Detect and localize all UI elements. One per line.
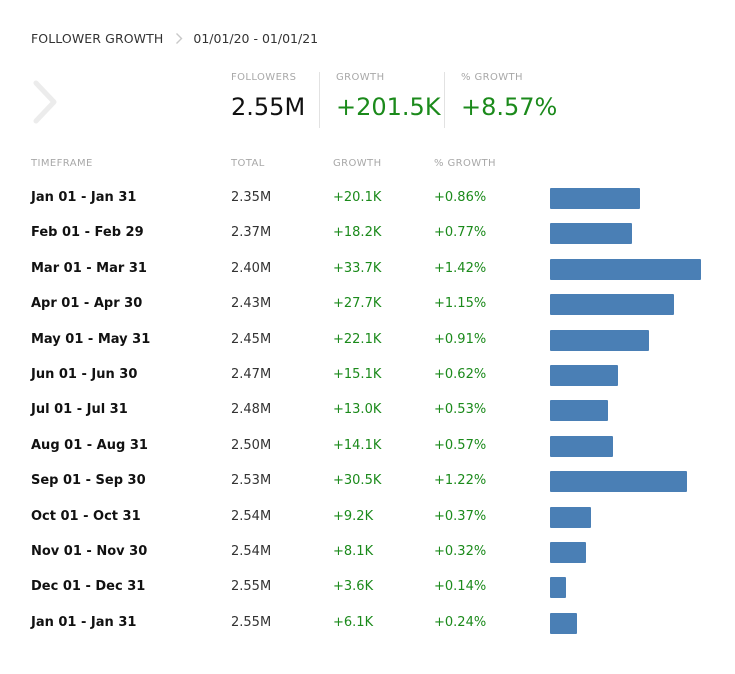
pct-growth-cell: +0.24% [434,614,487,630]
total-cell: 2.55M [231,614,272,630]
table-row: Nov 01 - Nov 30 2.54M +8.1K +0.32% [0,536,735,571]
table-row: Jan 01 - Jan 31 2.55M +6.1K +0.24% [0,607,735,642]
growth-cell: +14.1K [333,437,382,453]
table-row: Aug 01 - Aug 31 2.50M +14.1K +0.57% [0,430,735,465]
table-row: Feb 01 - Feb 29 2.37M +18.2K +0.77% [0,217,735,252]
timeframe-cell: Feb 01 - Feb 29 [31,225,144,241]
table-row: Mar 01 - Mar 31 2.40M +33.7K +1.42% [0,253,735,288]
total-cell: 2.54M [231,543,272,559]
total-cell: 2.53M [231,473,272,489]
timeframe-cell: Jun 01 - Jun 30 [31,366,138,382]
growth-cell: +20.1K [333,190,382,205]
pct-growth-value: +8.57% [461,93,558,121]
timeframe-cell: Dec 01 - Dec 31 [31,579,146,595]
timeframe-cell: Oct 01 - Oct 31 [31,508,141,524]
table-row: Sep 01 - Sep 30 2.53M +30.5K +1.22% [0,465,735,500]
date-range[interactable]: 01/01/20 - 01/01/21 [193,31,318,46]
growth-bar [550,400,608,422]
table-row: May 01 - May 31 2.45M +22.1K +0.91% [0,324,735,359]
pct-growth-cell: +0.53% [434,402,487,418]
page-title: FOLLOWER GROWTH [31,31,164,46]
column-header-pct-growth: % GROWTH [434,158,496,169]
timeframe-cell: Jul 01 - Jul 31 [31,402,128,418]
total-cell: 2.43M [231,296,272,312]
growth-cell: +22.1K [333,331,382,347]
followers-value: 2.55M [231,93,306,121]
timeframe-cell: Jan 01 - Jan 31 [31,190,137,205]
pct-growth-cell: +0.62% [434,366,487,382]
chevron-right-icon [175,32,183,45]
total-cell: 2.50M [231,437,272,453]
growth-bar [550,506,591,528]
pct-growth-cell: +0.91% [434,331,487,347]
timeframe-cell: Mar 01 - Mar 31 [31,260,147,276]
pct-growth-cell: +1.15% [434,296,487,312]
growth-cell: +8.1K [333,543,374,559]
growth-cell: +27.7K [333,296,382,312]
growth-bar [550,435,613,457]
pct-growth-cell: +0.37% [434,508,487,524]
growth-bar [550,471,687,493]
total-cell: 2.48M [231,402,272,418]
timeframe-cell: May 01 - May 31 [31,331,151,347]
growth-cell: +33.7K [333,260,382,276]
growth-cell: +18.2K [333,225,382,241]
pct-growth-cell: +0.14% [434,579,487,595]
pct-growth-cell: +0.77% [434,225,487,241]
total-cell: 2.54M [231,508,272,524]
followers-label: FOLLOWERS [231,72,297,83]
total-cell: 2.40M [231,260,272,276]
growth-bar [550,188,640,209]
growth-cell: +30.5K [333,473,382,489]
timeframe-cell: Jan 01 - Jan 31 [31,614,137,630]
growth-bar [550,541,586,563]
timeframe-cell: Apr 01 - Apr 30 [31,296,143,312]
header: FOLLOWER GROWTH 01/01/20 - 01/01/21 [31,31,318,46]
total-cell: 2.37M [231,225,272,241]
total-cell: 2.55M [231,579,272,595]
growth-bar [550,329,649,351]
growth-cell: +9.2K [333,508,374,524]
table-row: Jul 01 - Jul 31 2.48M +13.0K +0.53% [0,394,735,429]
growth-metric: GROWTH +201.5K [319,72,444,128]
pct-growth-cell: +1.22% [434,473,487,489]
pct-growth-label: % GROWTH [461,72,523,83]
growth-bar [550,258,701,280]
growth-label: GROWTH [336,72,385,83]
growth-cell: +13.0K [333,402,382,418]
timeframe-cell: Sep 01 - Sep 30 [31,473,146,489]
growth-cell: +6.1K [333,614,374,630]
column-header-growth: GROWTH [333,158,382,169]
pct-growth-metric: % GROWTH +8.57% [444,72,557,128]
total-cell: 2.45M [231,331,272,347]
timeframe-cell: Aug 01 - Aug 31 [31,437,148,453]
column-header-total: TOTAL [231,158,265,169]
total-cell: 2.35M [231,190,272,205]
growth-cell: +15.1K [333,366,382,382]
table-row: Jun 01 - Jun 30 2.47M +15.1K +0.62% [0,359,735,394]
growth-bar [550,577,566,599]
pct-growth-cell: +0.57% [434,437,487,453]
growth-bar [550,364,618,386]
growth-bar [550,612,577,634]
timeframe-cell: Nov 01 - Nov 30 [31,543,148,559]
growth-bar [550,294,674,316]
total-cell: 2.47M [231,366,272,382]
column-header-timeframe: TIMEFRAME [31,158,93,169]
followers-metric: FOLLOWERS 2.55M [231,72,319,128]
growth-table: Jan 01 - Jan 31 2.35M +20.1K +0.86% Feb 01 -… [0,182,735,642]
growth-value: +201.5K [336,93,441,121]
table-row: Dec 01 - Dec 31 2.55M +3.6K +0.14% [0,571,735,606]
pct-growth-cell: +0.86% [434,190,487,205]
table-row: Apr 01 - Apr 30 2.43M +27.7K +1.15% [0,288,735,323]
growth-cell: +3.6K [333,579,374,595]
next-arrow-icon[interactable] [30,80,60,124]
table-row: Jan 01 - Jan 31 2.35M +20.1K +0.86% [0,182,735,217]
pct-growth-cell: +0.32% [434,543,487,559]
summary-metrics: FOLLOWERS 2.55M GROWTH +201.5K % GROWTH … [231,72,557,128]
table-row: Oct 01 - Oct 31 2.54M +9.2K +0.37% [0,501,735,536]
pct-growth-cell: +1.42% [434,260,487,276]
growth-bar [550,223,632,245]
